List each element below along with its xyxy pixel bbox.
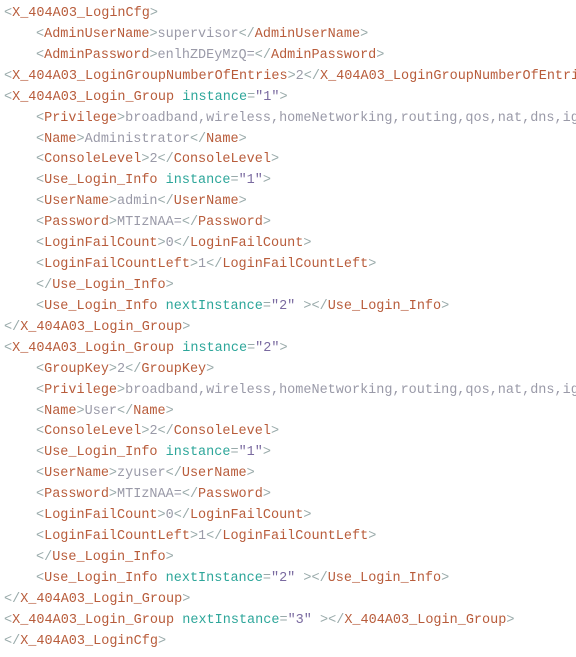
code-line: <GroupKey>2</GroupKey> [4, 360, 576, 381]
code-line: <AdminPassword>enlhZDEyMzQ=</AdminPasswo… [4, 46, 576, 67]
code-line: <Name>Administrator</Name> [4, 130, 576, 151]
code-line: <X_404A03_LoginCfg> [4, 4, 576, 25]
code-line: <LoginFailCount>0</LoginFailCount> [4, 234, 576, 255]
code-line: <UserName>admin</UserName> [4, 192, 576, 213]
code-line: <Use_Login_Info instance="1"> [4, 171, 576, 192]
code-line: </X_404A03_Login_Group> [4, 590, 576, 611]
code-line: </Use_Login_Info> [4, 276, 576, 297]
code-line: <X_404A03_Login_Group nextInstance="3" >… [4, 611, 576, 632]
xml-source-view: <X_404A03_LoginCfg> <AdminUserName>super… [4, 4, 576, 653]
code-line: <Name>User</Name> [4, 402, 576, 423]
code-line: <Password>MTIzNAA=</Password> [4, 485, 576, 506]
code-line: <AdminUserName>supervisor</AdminUserName… [4, 25, 576, 46]
code-line: <Use_Login_Info instance="1"> [4, 443, 576, 464]
code-line: <LoginFailCountLeft>1</LoginFailCountLef… [4, 527, 576, 548]
code-line: <Privilege>broadband,wireless,homeNetwor… [4, 381, 576, 402]
code-line: </Use_Login_Info> [4, 548, 576, 569]
code-line: <UserName>zyuser</UserName> [4, 464, 576, 485]
code-line: </X_404A03_LoginCfg> [4, 632, 576, 653]
code-line: <X_404A03_Login_Group instance="1"> [4, 88, 576, 109]
code-line: <LoginFailCountLeft>1</LoginFailCountLef… [4, 255, 576, 276]
code-line: <X_404A03_LoginGroupNumberOfEntries>2</X… [4, 67, 576, 88]
code-line: <Use_Login_Info nextInstance="2" ></Use_… [4, 297, 576, 318]
code-line: </X_404A03_Login_Group> [4, 318, 576, 339]
code-line: <ConsoleLevel>2</ConsoleLevel> [4, 150, 576, 171]
code-line: <Password>MTIzNAA=</Password> [4, 213, 576, 234]
code-line: <Privilege>broadband,wireless,homeNetwor… [4, 109, 576, 130]
code-line: <X_404A03_Login_Group instance="2"> [4, 339, 576, 360]
code-line: <Use_Login_Info nextInstance="2" ></Use_… [4, 569, 576, 590]
code-line: <ConsoleLevel>2</ConsoleLevel> [4, 422, 576, 443]
code-line: <LoginFailCount>0</LoginFailCount> [4, 506, 576, 527]
